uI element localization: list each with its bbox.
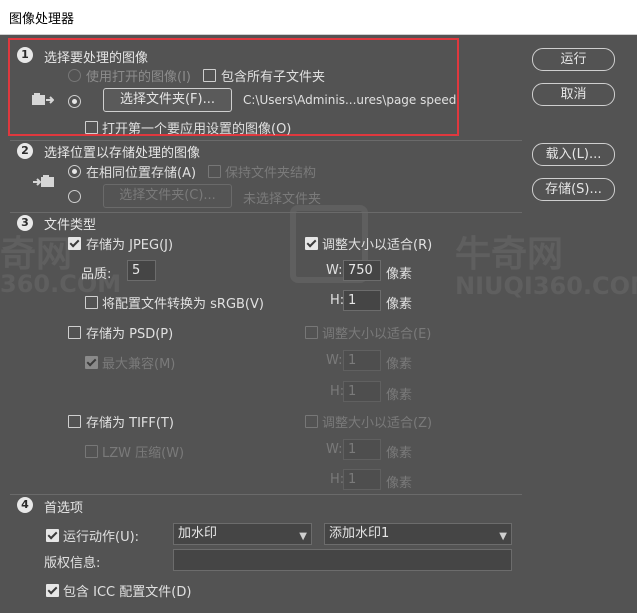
action-select[interactable]: 添加水印1 ▼ bbox=[324, 523, 512, 545]
save-as-tiff-checkbox[interactable] bbox=[68, 415, 81, 428]
section-divider-1 bbox=[10, 140, 522, 141]
source-folder-path: C:\Users\Adminis...ures\page speed bbox=[243, 93, 457, 107]
keep-structure-label: 保持文件夹结构 bbox=[225, 166, 317, 181]
section-divider-2 bbox=[10, 212, 522, 213]
section2-badge: 2 bbox=[17, 143, 33, 159]
save-as-tiff-label: 存储为 TIFF(T) bbox=[86, 416, 174, 431]
chevron-down-icon: ▼ bbox=[299, 531, 307, 542]
jpeg-width-input[interactable]: 750 bbox=[343, 260, 381, 281]
source-folder-icon bbox=[32, 93, 55, 107]
include-icc-checkbox[interactable] bbox=[46, 584, 59, 597]
psd-resize-label: 调整大小以适合(E) bbox=[322, 327, 432, 342]
section1-badge: 1 bbox=[17, 47, 33, 63]
tiff-height-unit: 像素 bbox=[386, 476, 413, 491]
run-action-checkbox[interactable] bbox=[46, 529, 59, 542]
action-value: 添加水印1 bbox=[329, 526, 390, 541]
jpeg-resize-checkbox[interactable] bbox=[305, 237, 318, 250]
action-set-select[interactable]: 加水印 ▼ bbox=[173, 523, 312, 545]
open-first-image-checkbox[interactable] bbox=[85, 121, 98, 134]
lzw-compression-checkbox[interactable] bbox=[85, 445, 98, 458]
tiff-height-input[interactable]: 1 bbox=[343, 469, 381, 490]
lzw-compression-label: LZW 压缩(W) bbox=[102, 446, 185, 461]
psd-width-input[interactable]: 1 bbox=[343, 350, 381, 371]
action-set-value: 加水印 bbox=[178, 526, 218, 541]
section4-title: 首选项 bbox=[44, 501, 84, 516]
keep-structure-checkbox[interactable] bbox=[208, 165, 221, 178]
run-button[interactable]: 运行 bbox=[532, 48, 615, 71]
select-destination-folder-button[interactable]: 选择文件夹(C)... bbox=[103, 184, 232, 208]
jpeg-height-unit: 像素 bbox=[386, 297, 413, 312]
section4-badge: 4 bbox=[17, 497, 33, 513]
section-divider-3 bbox=[10, 494, 522, 495]
use-open-images-radio[interactable] bbox=[68, 69, 81, 82]
convert-srgb-checkbox[interactable] bbox=[85, 296, 98, 309]
tiff-width-unit: 像素 bbox=[386, 446, 413, 461]
jpeg-height-input[interactable]: 1 bbox=[343, 290, 381, 311]
psd-resize-checkbox[interactable] bbox=[305, 326, 318, 339]
maximize-compat-checkbox[interactable] bbox=[85, 356, 98, 369]
convert-srgb-label: 将配置文件转换为 sRGB(V) bbox=[102, 297, 264, 312]
psd-height-input[interactable]: 1 bbox=[343, 381, 381, 402]
select-destination-folder-radio[interactable] bbox=[68, 190, 81, 203]
cancel-button[interactable]: 取消 bbox=[532, 83, 615, 106]
include-subfolders-checkbox[interactable] bbox=[203, 69, 216, 82]
use-open-images-label: 使用打开的图像(I) bbox=[86, 70, 191, 85]
destination-folder-icon bbox=[32, 175, 54, 189]
psd-height-unit: 像素 bbox=[386, 388, 413, 403]
save-settings-button[interactable]: 存储(S)... bbox=[532, 178, 615, 201]
run-action-label: 运行动作(U): bbox=[63, 530, 140, 545]
include-subfolders-label: 包含所有子文件夹 bbox=[221, 70, 326, 85]
same-location-radio[interactable] bbox=[68, 165, 81, 178]
save-as-psd-checkbox[interactable] bbox=[68, 326, 81, 339]
copyright-label: 版权信息: bbox=[44, 556, 101, 571]
section1-title: 选择要处理的图像 bbox=[44, 51, 149, 66]
watermark-url-right: NIUQI360.COM bbox=[455, 272, 637, 300]
save-as-jpeg-checkbox[interactable] bbox=[68, 237, 81, 250]
watermark-brand-right: 牛奇网 bbox=[455, 234, 564, 275]
copyright-input[interactable] bbox=[173, 549, 512, 571]
load-button[interactable]: 载入(L)... bbox=[532, 143, 615, 166]
open-first-image-label: 打开第一个要应用设置的图像(O) bbox=[102, 122, 292, 137]
title-bar: 图像处理器 bbox=[0, 0, 637, 35]
jpeg-width-unit: 像素 bbox=[386, 267, 413, 282]
jpeg-width-label: W: bbox=[326, 263, 343, 278]
tiff-resize-checkbox[interactable] bbox=[305, 415, 318, 428]
save-as-jpeg-label: 存储为 JPEG(J) bbox=[86, 238, 174, 253]
jpeg-quality-label: 品质: bbox=[81, 267, 112, 282]
same-location-label: 在相同位置存储(A) bbox=[86, 166, 197, 181]
chevron-down-icon: ▼ bbox=[499, 531, 507, 542]
tiff-width-input[interactable]: 1 bbox=[343, 439, 381, 460]
jpeg-resize-label: 调整大小以适合(R) bbox=[322, 238, 433, 253]
psd-width-unit: 像素 bbox=[386, 357, 413, 372]
maximize-compat-label: 最大兼容(M) bbox=[102, 357, 176, 372]
save-as-psd-label: 存储为 PSD(P) bbox=[86, 327, 174, 342]
section2-title: 选择位置以存储处理的图像 bbox=[44, 146, 201, 161]
section3-badge: 3 bbox=[17, 215, 33, 231]
select-source-folder-button[interactable]: 选择文件夹(F)... bbox=[103, 88, 232, 112]
select-source-folder-radio[interactable] bbox=[68, 95, 81, 108]
tiff-width-label: W: bbox=[326, 442, 343, 457]
window-title: 图像处理器 bbox=[9, 12, 75, 27]
jpeg-quality-input[interactable]: 5 bbox=[127, 260, 156, 281]
no-folder-selected-label: 未选择文件夹 bbox=[243, 192, 322, 207]
psd-width-label: W: bbox=[326, 353, 343, 368]
tiff-resize-label: 调整大小以适合(Z) bbox=[322, 416, 433, 431]
section3-title: 文件类型 bbox=[44, 218, 97, 233]
include-icc-label: 包含 ICC 配置文件(D) bbox=[63, 585, 192, 600]
